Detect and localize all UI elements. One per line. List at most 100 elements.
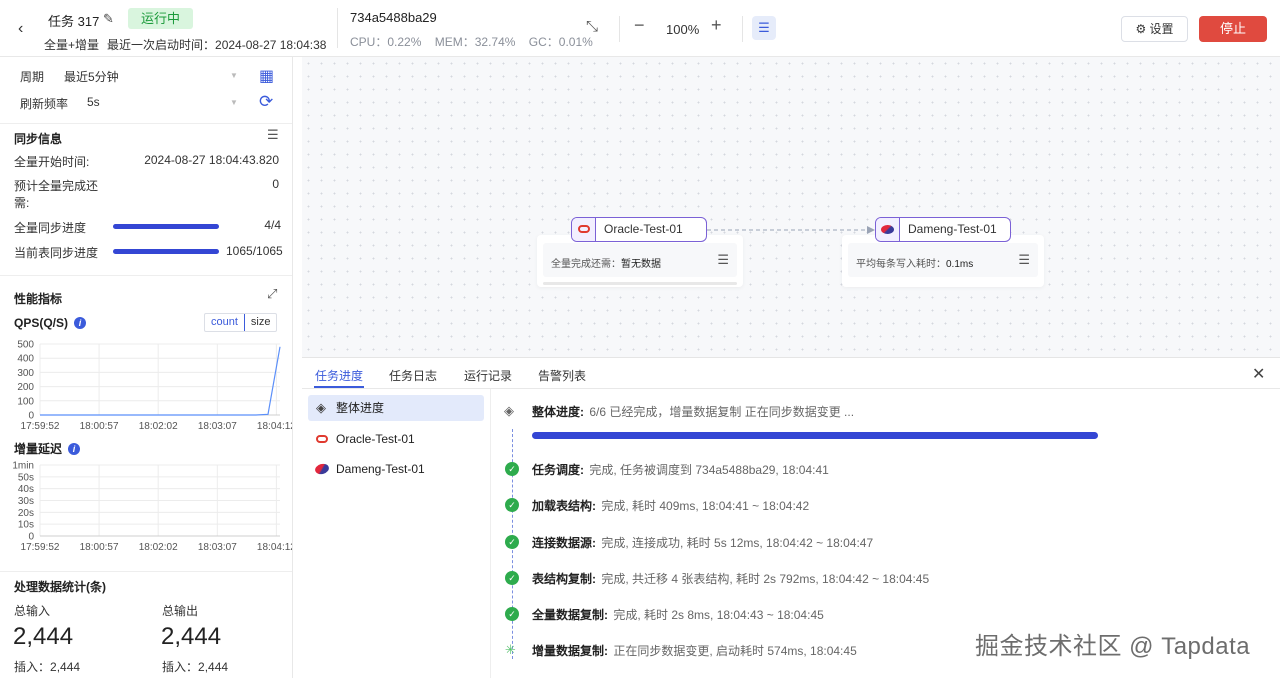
side-item-dameng[interactable]: Dameng-Test-01 xyxy=(308,456,484,482)
tab-task-progress[interactable]: 任务进度 xyxy=(315,367,363,384)
check-circle-icon: ✓ xyxy=(505,571,519,585)
source-node-card: 全量完成还需：暂无数据 ☰ xyxy=(537,235,743,287)
refresh-select[interactable]: 5s xyxy=(87,95,100,109)
divider xyxy=(0,571,292,572)
overall-progress-bar xyxy=(532,432,1098,439)
zoom-in-icon[interactable]: + xyxy=(711,15,722,36)
settings-label: 设置 xyxy=(1149,22,1174,36)
full-progress-label: 全量同步进度 xyxy=(14,221,87,235)
header-divider xyxy=(619,16,620,42)
qps-x-tick: 18:02:02 xyxy=(139,421,178,432)
zoom-level: 100% xyxy=(666,22,700,37)
latency-y-tick: 20s xyxy=(18,508,34,519)
check-circle-icon: ✓ xyxy=(505,535,519,549)
agent-metrics: CPU：0.22% MEM：32.74% GC：0.01% xyxy=(350,33,603,50)
close-icon[interactable]: ✕ xyxy=(1252,364,1265,384)
step-full-copy: 全量数据复制: 完成, 耗时 2s 8ms, 18:04:43 ~ 18:04:… xyxy=(532,608,824,622)
qps-y-tick: 0 xyxy=(28,411,34,422)
agent-id: 734a5488ba29 xyxy=(350,10,437,25)
qps-x-tick: 18:00:57 xyxy=(80,421,119,432)
qps-y-tick: 400 xyxy=(17,354,34,365)
total-output-label: 总输出 xyxy=(162,604,199,618)
list-icon[interactable]: ☰ xyxy=(267,127,279,143)
gc-metric: GC：0.01% xyxy=(528,35,593,49)
side-item-label: Dameng-Test-01 xyxy=(336,462,425,476)
side-item-overall[interactable]: ◈ 整体进度 xyxy=(308,395,484,421)
chevron-down-icon[interactable]: ▼ xyxy=(230,71,238,80)
zoom-out-icon[interactable]: − xyxy=(634,15,645,36)
chevron-down-icon[interactable]: ▼ xyxy=(230,98,238,107)
back-chevron-icon[interactable]: ‹ xyxy=(18,20,23,38)
step-schema-copy: 表结构复制: 完成, 共迁移 4 张表结构, 耗时 2s 792ms, 18:0… xyxy=(532,572,930,586)
info-icon[interactable]: i xyxy=(68,443,81,455)
collapse-icon[interactable]: ⤡ xyxy=(586,18,598,35)
source-card-progress xyxy=(543,282,737,285)
insert-input: 插入：2,444 xyxy=(14,660,81,674)
overall-progress-fill xyxy=(532,432,1098,439)
period-label: 周期 xyxy=(20,70,45,84)
header-divider xyxy=(742,16,743,42)
qps-title: QPS(Q/S) i xyxy=(14,316,87,330)
latency-x-tick: 18:04:12 xyxy=(257,542,293,553)
step-schedule: 任务调度: 完成, 任务被调度到 734a5488ba29, 18:04:41 xyxy=(532,463,829,477)
mem-metric: MEM：32.74% xyxy=(434,35,516,49)
last-start-label: 最近一次启动时间： xyxy=(107,38,216,52)
full-start-value: 2024-08-27 18:04:43.820 xyxy=(144,153,279,167)
qps-chart: 500 400 300 200 100 017:59:52 18:00:57 18:02:02… xyxy=(17,340,292,433)
info-icon[interactable]: i xyxy=(74,317,87,329)
last-start-time: 2024-08-27 18:04:38 xyxy=(215,38,327,52)
cpu-metric: CPU：0.22% xyxy=(350,35,422,49)
stop-button[interactable]: 停止 xyxy=(1199,16,1267,42)
eta-value: 0 xyxy=(272,177,279,191)
tab-alerts[interactable]: 告警列表 xyxy=(538,367,586,384)
header-divider xyxy=(337,8,338,48)
latency-chart: 1min50s40s30s20s10s017:59:52 18:00:57 18:0… xyxy=(12,461,293,554)
top-toolbar: ‹ 任务 317 ✎ 运行中 全量+增量 最近一次启动时间：2024-08-27 … xyxy=(0,0,1280,57)
qps-y-tick: 100 xyxy=(17,396,34,407)
source-node-label: Oracle-Test-01 xyxy=(604,222,683,236)
check-circle-icon: ✓ xyxy=(505,607,519,621)
status-badge: 运行中 xyxy=(128,8,194,29)
total-output-value: 2,444 xyxy=(161,623,222,650)
dag-canvas[interactable]: 全量完成还需：暂无数据 ☰ Oracle-Test-01 平均每条写入耗时：0.… xyxy=(302,57,1280,357)
step-incremental-copy: 增量数据复制: 正在同步数据变更, 启动耗时 574ms, 18:04:45 xyxy=(532,644,857,658)
full-progress-bar xyxy=(113,224,219,229)
latency-y-tick: 40s xyxy=(18,484,34,495)
list-icon[interactable]: ☰ xyxy=(717,252,729,268)
latency-x-tick: 17:59:52 xyxy=(21,542,60,553)
tab-task-log[interactable]: 任务日志 xyxy=(389,367,437,384)
source-card-body: 全量完成还需：暂无数据 ☰ xyxy=(543,243,737,277)
settings-button[interactable]: ⚙ 设置 xyxy=(1121,16,1188,42)
oracle-icon xyxy=(572,218,596,241)
watermark: 掘金技术社区 @ Tapdata xyxy=(975,633,1251,660)
qps-x-tick: 17:59:52 xyxy=(21,421,60,432)
period-select[interactable]: 最近5分钟 xyxy=(64,68,119,85)
target-card-body: 平均每条写入耗时：0.1ms ☰ xyxy=(848,243,1038,277)
qps-y-tick: 500 xyxy=(17,340,34,351)
latency-y-tick: 50s xyxy=(18,472,34,483)
edit-icon[interactable]: ✎ xyxy=(103,11,114,27)
refresh-label: 刷新频率 xyxy=(20,97,69,111)
target-node[interactable]: Dameng-Test-01 xyxy=(875,217,1011,242)
source-node[interactable]: Oracle-Test-01 xyxy=(571,217,707,242)
size-toggle[interactable]: size xyxy=(245,314,277,331)
target-node-card: 平均每条写入耗时：0.1ms ☰ xyxy=(842,235,1044,287)
fullscreen-icon[interactable]: ⤢ xyxy=(267,286,277,302)
count-toggle[interactable]: count xyxy=(205,314,245,331)
latency-y-tick: 1min xyxy=(12,461,34,472)
refresh-icon[interactable]: ⟳ xyxy=(259,92,273,112)
side-item-oracle[interactable]: Oracle-Test-01 xyxy=(308,426,484,452)
total-input-label: 总输入 xyxy=(14,604,51,618)
table-progress-value: 1065/1065 xyxy=(226,244,283,258)
clipboard-icon[interactable]: ☰ xyxy=(752,16,776,40)
list-icon[interactable]: ☰ xyxy=(1018,252,1030,268)
task-type: 全量+增量 xyxy=(44,38,100,52)
calendar-icon[interactable]: ▦ xyxy=(259,66,274,86)
step-load-schema: 加载表结构: 完成, 耗时 409ms, 18:04:41 ~ 18:04:42 xyxy=(532,499,810,513)
latency-y-tick: 10s xyxy=(18,520,34,531)
tab-run-history[interactable]: 运行记录 xyxy=(464,367,512,384)
total-input-value: 2,444 xyxy=(13,623,74,650)
oracle-icon xyxy=(316,435,328,443)
qps-y-tick: 300 xyxy=(17,368,34,379)
left-panel: 周期 最近5分钟 ▼ ▦ 刷新频率 5s ▼ ⟳ 同步信息 ☰ 全量开始时间: … xyxy=(0,57,293,678)
